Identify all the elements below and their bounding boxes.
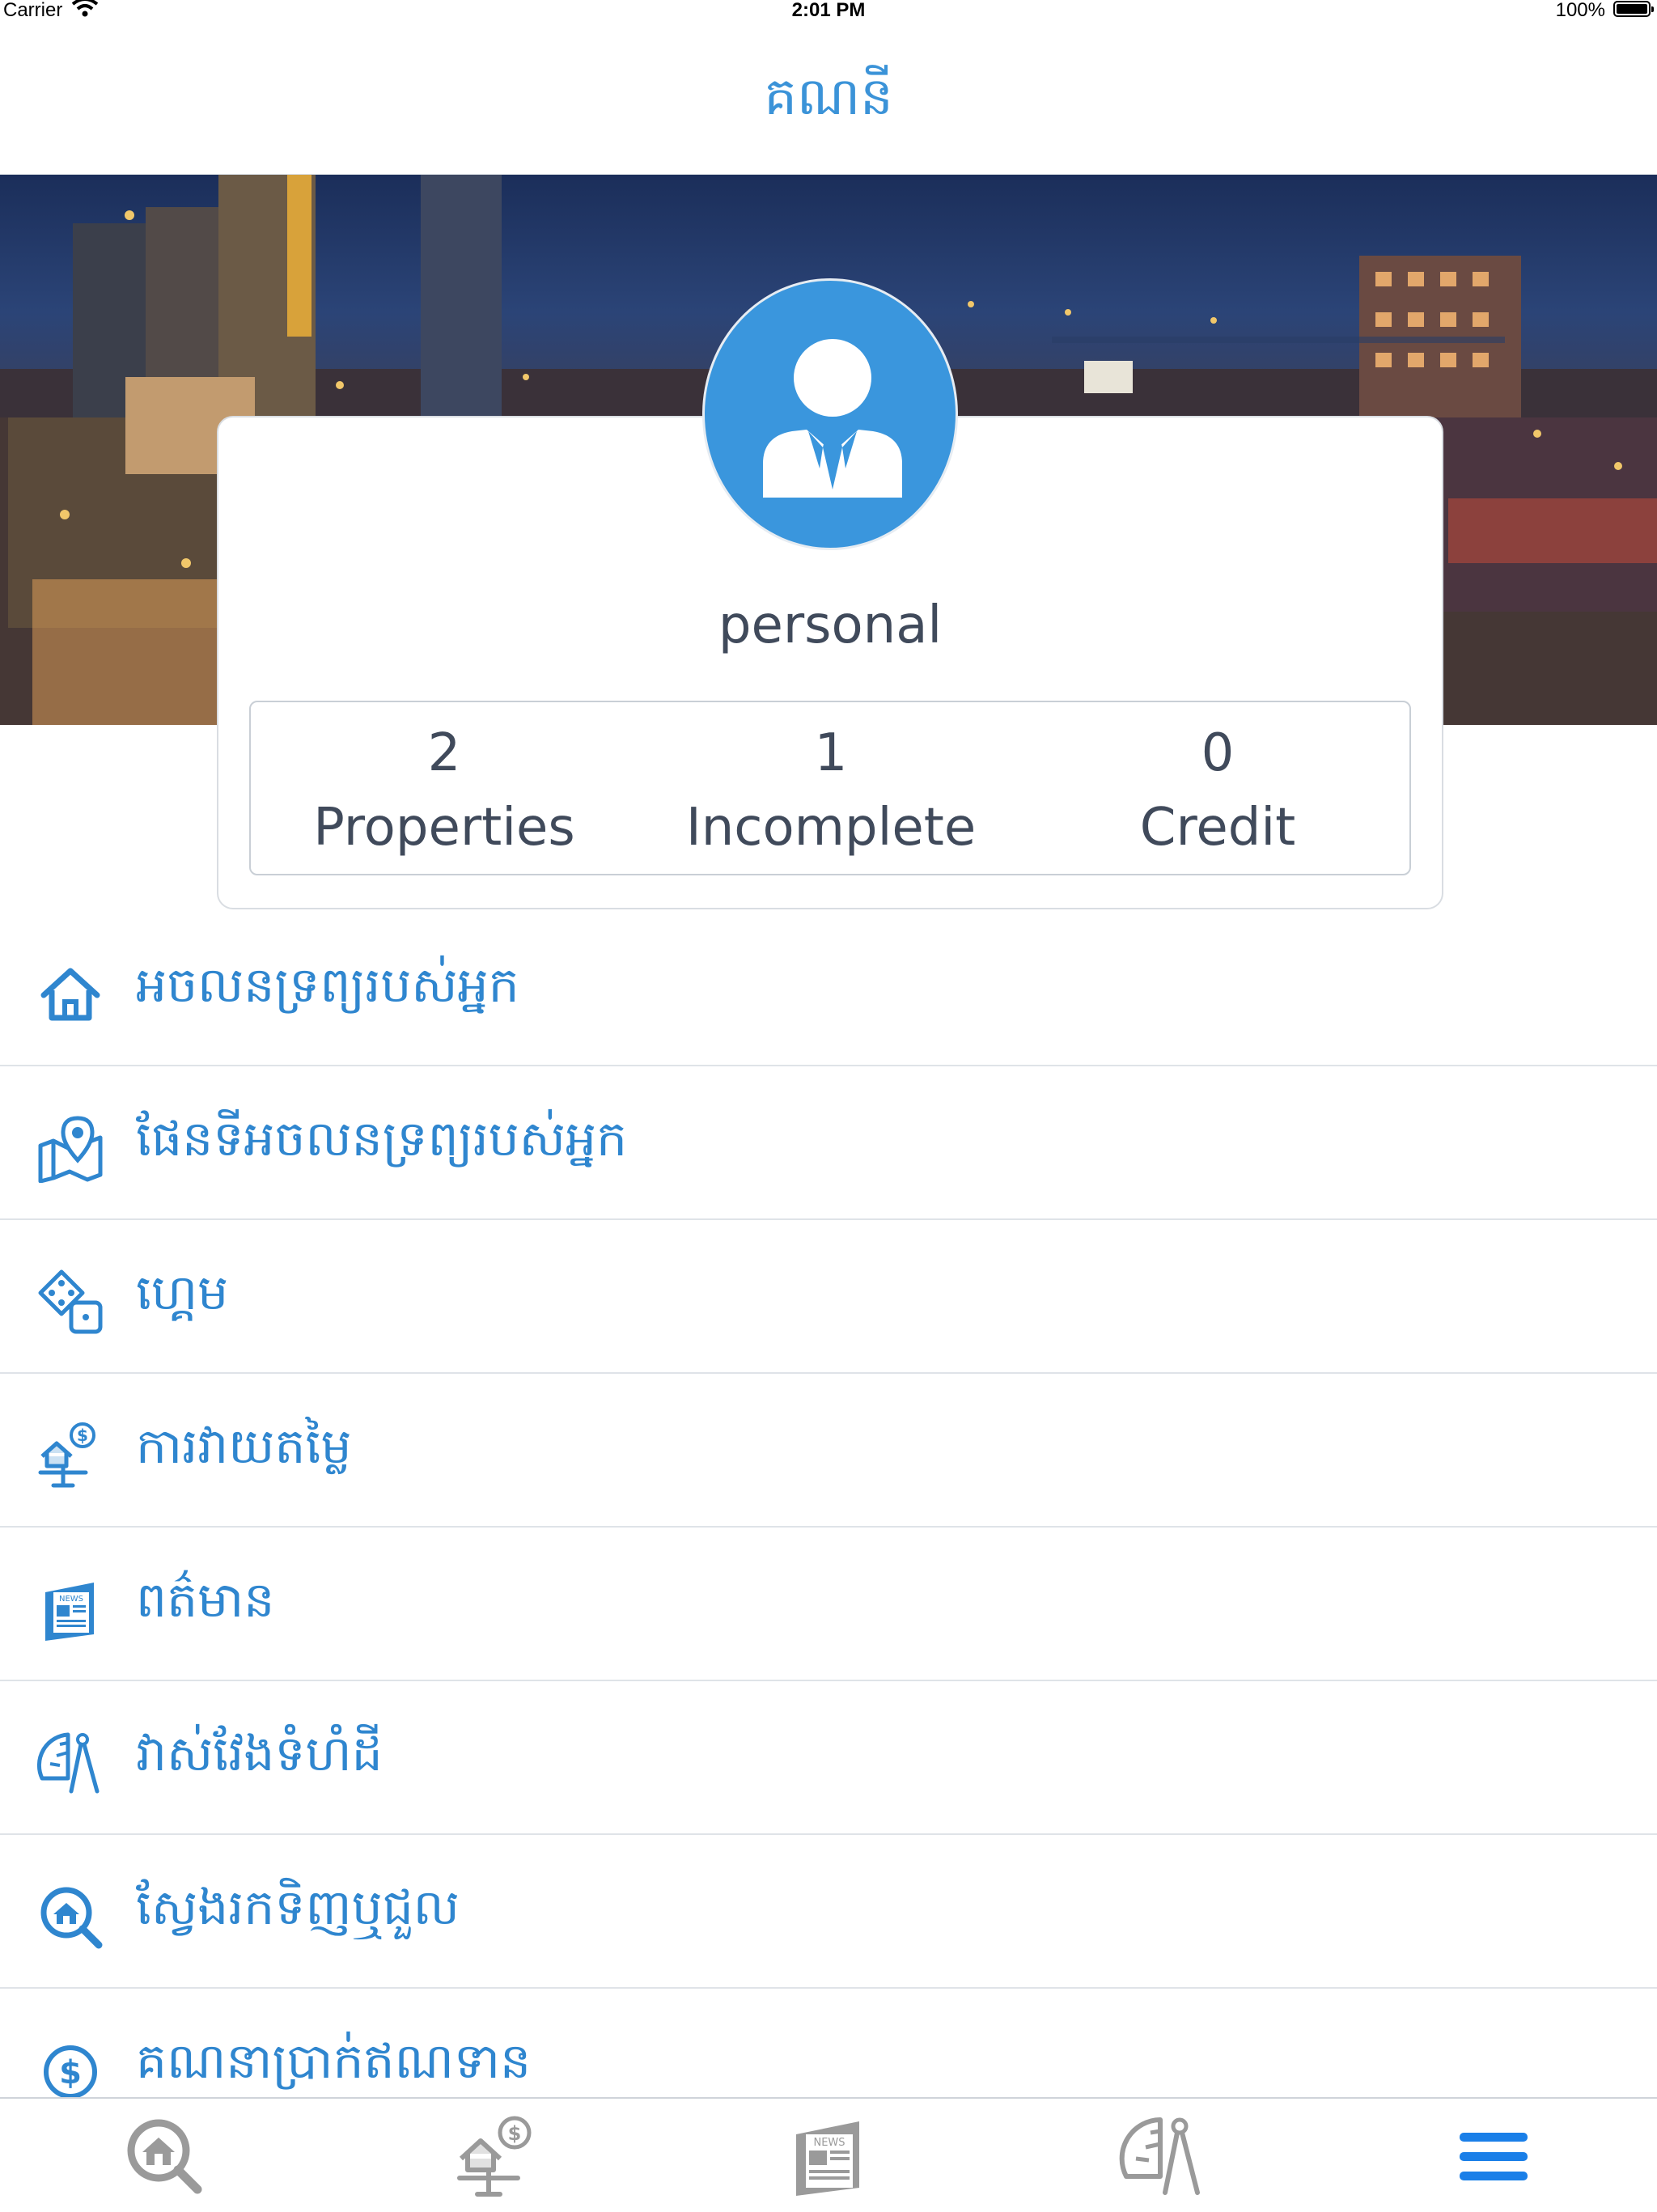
avatar[interactable] [702,278,958,550]
valuation-icon: $ [38,1422,95,1488]
menu-item-land-measure[interactable]: វាស់វែងទំហំដី [0,1681,1657,1835]
menu-item-label: ការវាយតម្លៃ [136,1418,352,1475]
dollar-icon: $ [44,2045,97,2099]
home-icon [40,968,100,1021]
stat-label: Properties [313,798,575,858]
search-home-icon [40,1887,103,1949]
stat-credit[interactable]: 0 Credit [1024,702,1411,874]
tab-search-home-icon[interactable] [120,2112,209,2201]
menu-item-label: ផែនទីអចលនទ្រព្យរបស់អ្នក [136,1111,628,1167]
tab-land-measure-icon[interactable] [1118,2112,1207,2201]
stat-incomplete[interactable]: 1 Incomplete [638,702,1024,874]
clock-time: 2:01 PM [791,0,866,21]
battery-percent: 100% [1555,0,1605,21]
svg-text:$: $ [59,2054,82,2091]
menu-item-my-properties[interactable]: អចលនទ្រព្យរបស់អ្នក [0,913,1657,1066]
stat-label: Incomplete [685,798,977,858]
stat-value: 1 [814,723,848,783]
svg-text:$: $ [77,1426,88,1445]
stat-label: Credit [1139,798,1296,858]
menu-item-games[interactable]: ហ្គេម [0,1220,1657,1374]
menu-item-label: អចលនទ្រព្យរបស់អ្នក [136,957,519,1014]
svg-text:$: $ [508,2122,522,2145]
dice-icon [38,1269,103,1334]
stat-value: 2 [427,723,461,783]
menu-item-search-buy-rent[interactable]: ស្វែងរកទិញឬជួល [0,1835,1657,1989]
bottom-tab-bar: $ NEWS [0,2097,1657,2212]
menu-item-valuation[interactable]: $ ការវាយតម្លៃ [0,1374,1657,1528]
menu-list: អចលនទ្រព្យរបស់អ្នក ផែនទីអចលនទ្រព្យរបស់អ្… [0,913,1657,2142]
map-pin-icon [38,1116,103,1183]
menu-item-label: គណនាប្រាក់ឥណទាន [136,2033,532,2090]
battery-icon [1613,1,1654,17]
menu-item-news[interactable]: NEWS ពត៌មាន [0,1528,1657,1681]
account-name: personal [718,595,943,655]
menu-item-label: វាស់វែងទំហំដី [136,1726,383,1782]
user-avatar-icon [763,339,902,498]
stat-value: 0 [1201,723,1235,783]
stat-properties[interactable]: 2 Properties [251,702,638,874]
tab-valuation-icon[interactable]: $ [453,2112,542,2201]
news-tab-text: NEWS [813,2137,845,2149]
menu-item-label: ហ្គេម [136,1265,229,1321]
menu-item-property-map[interactable]: ផែនទីអចលនទ្រព្យរបស់អ្នក [0,1066,1657,1220]
nav-header: គណនី [0,27,1657,176]
tab-hamburger-menu-icon[interactable] [1448,2112,1537,2201]
svg-text:NEWS: NEWS [59,1595,83,1604]
stats-box: 2 Properties 1 Incomplete 0 Credit [249,701,1411,875]
menu-item-label: ស្វែងរកទិញឬជួល [136,1879,460,1936]
status-bar: Carrier 2:01 PM 100% [0,0,1657,27]
page-title: គណនី [764,67,893,127]
menu-item-label: ពត៌មាន [136,1572,275,1629]
land-measure-icon [36,1732,100,1794]
tab-news-icon[interactable]: NEWS [785,2112,874,2201]
news-icon: NEWS [45,1583,94,1641]
